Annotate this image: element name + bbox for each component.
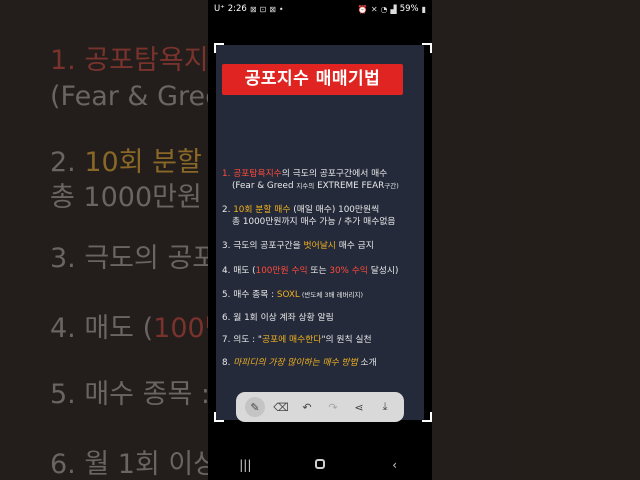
slide-item-text: EXTREME FEAR xyxy=(314,181,385,191)
crop-handle-top-right[interactable] xyxy=(422,43,432,53)
download-icon: ⤓ xyxy=(382,400,388,413)
share-icon: ⋖ xyxy=(354,400,364,414)
slide-item: 6. 월 1회 이상 계좌 상황 알림 xyxy=(222,312,334,324)
slide-item-text: 공포에 매수한다 xyxy=(261,335,322,345)
carrier-label: U⁺ xyxy=(214,4,225,14)
slide-item-text: 100만원 수익 xyxy=(255,266,308,276)
markup-toolbar: ✎ ⌫ ↶ ↷ ⋖ ⤓ xyxy=(236,392,404,422)
share-button[interactable]: ⋖ xyxy=(349,397,369,417)
slide-item: 2. 10회 분할 매수 (매일 매수) 100만원씩 총 1000만원까지 매수… xyxy=(222,204,396,228)
home-button[interactable] xyxy=(305,458,335,472)
slide-item: 5. 매수 종목 : SOXL (반도체 3배 레버리지) xyxy=(222,289,363,301)
redo-icon: ↷ xyxy=(328,400,338,414)
slide-item-line: 2. 10회 분할 매수 (매일 매수) 100만원씩 xyxy=(222,204,396,216)
eraser-icon: ⌫ xyxy=(273,400,289,414)
pen-icon: ✎ xyxy=(250,400,260,414)
slide-item-text: 3. 극도의 공포구간을 xyxy=(222,241,304,251)
dot-icon: • xyxy=(278,4,284,14)
slide-item-line: 6. 월 1회 이상 계좌 상황 알림 xyxy=(222,312,334,324)
slide-item-text: 10회 분할 매수 xyxy=(233,205,291,215)
slide-item-line: 7. 의도 : "공포에 매수한다"의 원칙 실천 xyxy=(222,334,372,346)
background-shade-right xyxy=(432,0,640,480)
wifi-icon: ◔ xyxy=(380,4,388,14)
slide-item-text: 8. xyxy=(222,358,234,368)
crop-handle-top-left[interactable] xyxy=(214,43,224,53)
slide-item-text: "의 원칙 실천 xyxy=(321,335,372,345)
slide-item-text: (Fear & Greed xyxy=(232,181,297,191)
background-shade-left xyxy=(0,0,208,480)
slide-item-line: (Fear & Greed 지수의 EXTREME FEAR구간) xyxy=(222,180,399,192)
clock-time: 2:26 xyxy=(227,4,247,14)
undo-icon: ↶ xyxy=(302,400,312,414)
slide-item-text: SOXL xyxy=(276,290,300,300)
notification-icon: ⊡ xyxy=(259,4,267,14)
redo-button[interactable]: ↷ xyxy=(323,397,343,417)
slide-title: 공포지수 매매기법 xyxy=(222,64,403,95)
eraser-tool-button[interactable]: ⌫ xyxy=(271,397,291,417)
pen-tool-button[interactable]: ✎ xyxy=(245,397,265,417)
notification-icon: ⊠ xyxy=(269,4,276,14)
slide-item-text: 달성시) xyxy=(367,266,399,276)
download-button[interactable]: ⤓ xyxy=(375,397,395,417)
slide-item-text: 7. 의도 : " xyxy=(222,335,262,345)
slide-item-text: 2. xyxy=(222,205,234,215)
recents-button[interactable]: ||| xyxy=(230,458,260,472)
slide-item-text: 지수의 xyxy=(296,182,315,190)
slide-item-line: 8. 마피디의 가장 많이하는 매수 방법 소개 xyxy=(222,357,377,369)
slide-item-text: 4. 매도 ( xyxy=(222,266,256,276)
slide-item-text: 소개 xyxy=(357,358,377,368)
mute-icon: ✕ xyxy=(370,4,378,14)
slide-item-text: 5. 매수 종목 : xyxy=(222,290,277,300)
status-bar: U⁺ 2:26 ⊠ ⊡ ⊠ • ⏰ ✕ ◔ ▟ 59% ▮ xyxy=(208,0,432,18)
slide-item-text: (반도체 3배 레버리지) xyxy=(299,291,364,299)
slide-item-text: 마피디의 가장 많이하는 매수 방법 xyxy=(233,358,358,368)
navigation-bar: ||| ‹ xyxy=(208,450,432,480)
undo-button[interactable]: ↶ xyxy=(297,397,317,417)
slide-item-text: (매일 매수) 100만원씩 xyxy=(290,205,380,215)
slide-item-line: 1. 공포탐욕지수의 극도의 공포구간에서 매수 xyxy=(222,168,399,180)
notification-icon: ⊠ xyxy=(249,4,257,14)
slide-item: 4. 매도 (100만원 수익 또는 30% 수익 달성시) xyxy=(222,265,398,277)
slide-item-text: 총 1000만원까지 매수 가능 / 추가 매수없음 xyxy=(232,217,396,227)
slide-item-text: 6. 월 1회 이상 계좌 상황 알림 xyxy=(222,313,334,323)
battery-icon: ▮ xyxy=(421,4,426,14)
slide-item-text: 30% 수익 xyxy=(329,266,368,276)
home-icon xyxy=(314,459,325,469)
crop-handle-bottom-left[interactable] xyxy=(214,412,224,422)
slide-item: 1. 공포탐욕지수의 극도의 공포구간에서 매수 (Fear & Greed 지수… xyxy=(222,168,399,192)
slide-item-text: 또는 xyxy=(307,266,330,276)
slide-item: 8. 마피디의 가장 많이하는 매수 방법 소개 xyxy=(222,357,377,369)
slide-item-text: 의 극도의 공포구간에서 매수 xyxy=(281,169,388,179)
slide-item: 7. 의도 : "공포에 매수한다"의 원칙 실천 xyxy=(222,334,372,346)
slide-item-text: 매수 금지 xyxy=(335,241,374,251)
slide-item-text: 벗어날시 xyxy=(303,241,336,251)
alarm-icon: ⏰ xyxy=(357,4,368,14)
slide-item-text: 1. xyxy=(222,169,234,179)
slide-item-line: 총 1000만원까지 매수 가능 / 추가 매수없음 xyxy=(222,216,396,228)
crop-handle-bottom-right[interactable] xyxy=(422,412,432,422)
slide-item-text: 구간) xyxy=(384,182,399,190)
slide-item-line: 5. 매수 종목 : SOXL (반도체 3배 레버리지) xyxy=(222,289,363,301)
phone-screen: U⁺ 2:26 ⊠ ⊡ ⊠ • ⏰ ✕ ◔ ▟ 59% ▮ 공포지수 매매기법 … xyxy=(208,0,432,480)
slide-item-line: 4. 매도 (100만원 수익 또는 30% 수익 달성시) xyxy=(222,265,398,277)
back-button[interactable]: ‹ xyxy=(380,458,410,472)
signal-icon: ▟ xyxy=(390,4,397,14)
slide-item-line: 3. 극도의 공포구간을 벗어날시 매수 금지 xyxy=(222,240,374,252)
battery-percent: 59% xyxy=(399,4,419,14)
slide-item: 3. 극도의 공포구간을 벗어날시 매수 금지 xyxy=(222,240,374,252)
slide-item-text: 공포탐욕지수 xyxy=(233,169,282,179)
